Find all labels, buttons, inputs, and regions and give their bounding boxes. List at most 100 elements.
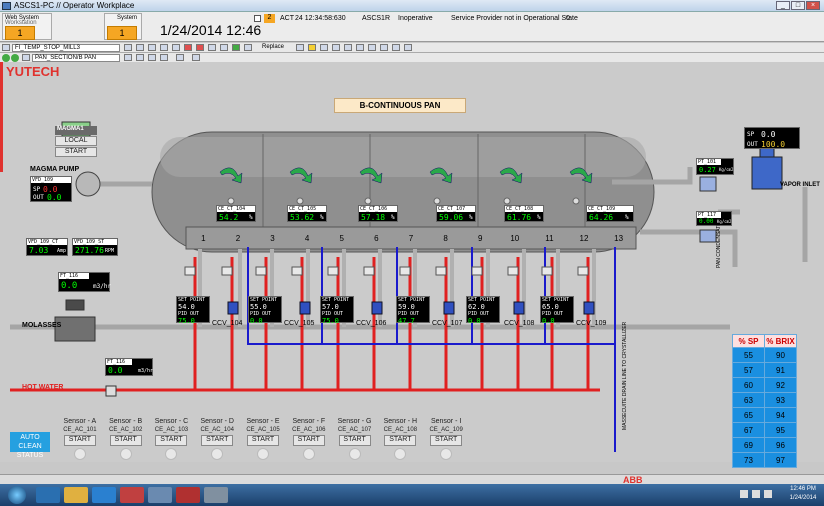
tool-icon[interactable] (332, 44, 340, 51)
tool-icon[interactable] (220, 44, 228, 51)
tool-icon[interactable] (160, 44, 168, 51)
tool-icon[interactable] (124, 44, 132, 51)
table-cell: 69 (732, 437, 765, 453)
close-button[interactable]: × (806, 1, 820, 10)
sensor-start-button[interactable]: START (109, 435, 142, 446)
start-orb-icon[interactable] (8, 486, 26, 504)
local-button[interactable]: LOCAL (55, 136, 97, 146)
tray-volume-icon[interactable] (764, 490, 772, 498)
vapor-faceplate[interactable]: SP 0.0 OUT 100.0 (744, 127, 800, 149)
pt117-display[interactable]: PT_117 0.00 Kg/cm2 (696, 211, 732, 226)
cell-number: 6 (374, 234, 379, 243)
ccv-faceplate[interactable]: SET POINT 57.0 PID OUT 75.0 (320, 296, 354, 325)
sensor-start-button[interactable]: START (247, 435, 280, 446)
tool-icon[interactable] (356, 44, 364, 51)
ft116-display[interactable]: FT_116 0.0 m3/hr (58, 272, 111, 292)
tool-icon[interactable] (148, 44, 156, 51)
home-icon[interactable] (22, 54, 30, 61)
tool-icon[interactable] (392, 44, 400, 51)
media-icon[interactable] (92, 487, 116, 503)
ce-ct-unit: % (391, 214, 395, 221)
ie-icon[interactable] (36, 487, 60, 503)
ft116b-display[interactable]: FT_116 0.0 m3/hr (105, 358, 153, 376)
tool-icon[interactable] (172, 44, 180, 51)
tool-icon[interactable] (296, 44, 304, 51)
ccv-faceplate[interactable]: SET POINT 65.0 PID OUT 0.0 (540, 296, 574, 325)
minimize-button[interactable]: _ (776, 1, 790, 10)
cell-number: 12 (579, 234, 589, 243)
ce-ct-display[interactable]: CE_CT_104 54.2 % (216, 205, 256, 222)
ce-ct-display[interactable]: CE_CT_108 61.76 % (504, 205, 544, 222)
ce-ct-display[interactable]: CE_CT_107 59.06 % (436, 205, 476, 222)
clock-date[interactable]: 1/24/2014 (788, 495, 818, 501)
tool-icon[interactable] (232, 44, 240, 51)
vfd-st-unit: RPM (105, 248, 115, 254)
stop-icon[interactable] (184, 44, 192, 51)
tool-icon[interactable] (208, 44, 216, 51)
tool-icon[interactable] (344, 44, 352, 51)
tool-icon[interactable] (124, 54, 132, 61)
cell-number: 3 (270, 234, 275, 243)
table-cell: 65 (732, 407, 765, 423)
sensor-status-led (348, 448, 361, 460)
replace-label[interactable]: Replace (262, 44, 284, 50)
alarm-text: Service Provider not in Operational Stat… (451, 15, 578, 22)
folder-icon[interactable] (64, 487, 88, 503)
app-icon[interactable] (120, 487, 144, 503)
pt101-display[interactable]: PT_101 0.27 Kg/cm2 (696, 158, 734, 175)
ccv-faceplate[interactable]: SET POINT 54.0 PID OUT 75.0 (176, 296, 210, 325)
app-icon[interactable] (176, 487, 200, 503)
sensor-start-button[interactable]: START (201, 435, 234, 446)
sensor-start-button[interactable]: START (292, 435, 325, 446)
tool-icon[interactable] (380, 44, 388, 51)
ce-ct-display[interactable]: CE_CT_106 57.18 % (358, 205, 398, 222)
sensor-start-button[interactable]: START (384, 435, 417, 446)
vfd-faceplate[interactable]: VFD_109 SP 0.0 OUT 0.0 (30, 176, 72, 202)
sensor-start-button[interactable]: START (338, 435, 371, 446)
tool-icon[interactable] (404, 44, 412, 51)
table-cell: 96 (764, 437, 797, 453)
back-icon[interactable] (2, 54, 10, 62)
sensor-start-button[interactable]: START (430, 435, 463, 446)
tool-icon[interactable] (176, 54, 184, 61)
ccv-faceplate[interactable]: SET POINT 59.0 PID OUT 47.7 (396, 296, 430, 325)
aspect-select[interactable]: FI_TEMP_STOP_MILL3 (12, 44, 120, 52)
ce-ct-display[interactable]: CE_CT_109 64.26 % (586, 205, 634, 222)
app-icon[interactable] (204, 487, 228, 503)
alarm-checkbox[interactable] (254, 15, 261, 22)
tool-icon[interactable] (368, 44, 376, 51)
tool-icon[interactable] (244, 44, 252, 51)
app-icon[interactable] (148, 487, 172, 503)
stop-icon[interactable] (196, 44, 204, 51)
page-title: B-CONTINUOUS PAN (334, 98, 466, 113)
web-system-box[interactable]: Web System Workstation 1 (2, 13, 52, 40)
tool-icon[interactable] (136, 54, 144, 61)
sensor-start-button[interactable]: START (63, 435, 96, 446)
tray-network-icon[interactable] (752, 490, 760, 498)
sensor-name: Sensor - A (63, 418, 97, 425)
system-box[interactable]: System 1 (104, 13, 142, 40)
tray-flag-icon[interactable] (740, 490, 748, 498)
nav-icon[interactable] (2, 44, 10, 51)
clock-time[interactable]: 12:46 PM (788, 486, 818, 492)
tool-icon[interactable] (192, 54, 200, 61)
tool-icon[interactable] (148, 54, 156, 61)
maximize-button[interactable]: □ (791, 1, 805, 10)
sensor-start-button[interactable]: START (155, 435, 188, 446)
display-select[interactable]: PAN_SECTION/B PAN (32, 54, 120, 62)
magma-start-button[interactable]: START (55, 147, 97, 157)
ccv-sp-value: 57.0 (322, 303, 339, 311)
ccv-label: CCV_109 (576, 320, 607, 327)
star-icon[interactable] (308, 44, 316, 51)
app-icon (2, 2, 11, 10)
forward-icon[interactable] (11, 54, 19, 62)
ce-ct-display[interactable]: CE_CT_105 53.62 % (287, 205, 327, 222)
tool-icon[interactable] (320, 44, 328, 51)
ccv-label: CCV_108 (504, 320, 535, 327)
magma-pump-label: MAGMA PUMP (30, 166, 80, 173)
tool-icon[interactable] (160, 54, 168, 61)
tool-icon[interactable] (136, 44, 144, 51)
ccv-sp-value: 59.0 (398, 303, 415, 311)
ccv-faceplate[interactable]: SET POINT 55.0 PID OUT 0.0 (248, 296, 282, 325)
ccv-faceplate[interactable]: SET POINT 62.0 PID OUT 0.0 (466, 296, 500, 325)
